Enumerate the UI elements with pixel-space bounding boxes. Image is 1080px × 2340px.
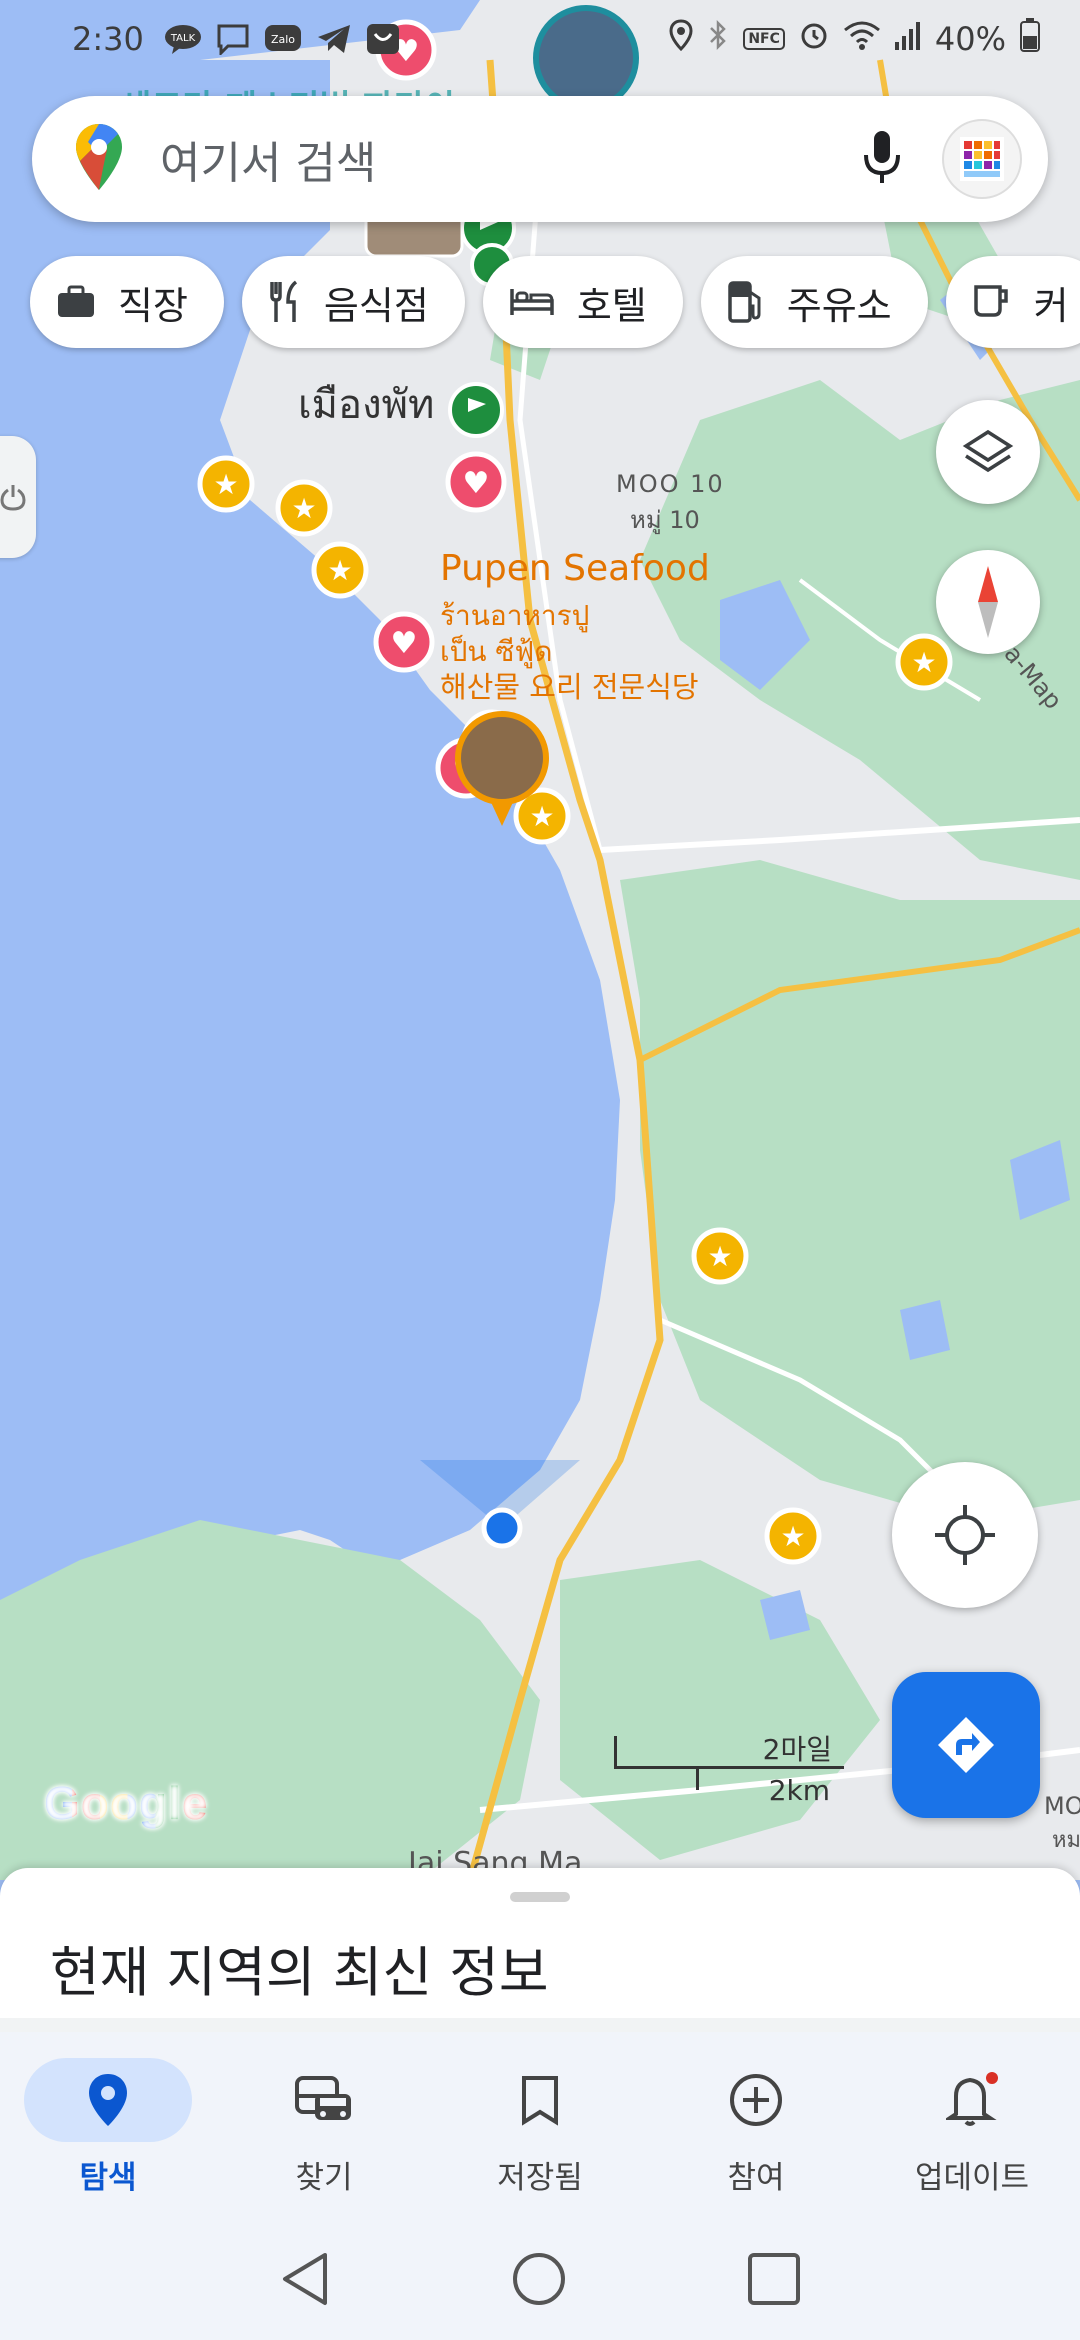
clock: 2:30 bbox=[72, 20, 144, 58]
wifi-icon bbox=[843, 20, 881, 58]
nav-go[interactable]: 찾기 bbox=[216, 2032, 432, 2222]
avatar-image bbox=[960, 137, 1004, 181]
chip-work[interactable]: 직장 bbox=[30, 256, 224, 348]
sheet-title: 현재 지역의 최신 정보 bbox=[50, 1941, 549, 2004]
chip-gas-stations[interactable]: 주유소 bbox=[700, 256, 928, 348]
latest-info-sheet[interactable]: 현재 지역의 최신 정보 bbox=[0, 1868, 1080, 2018]
bookmark-icon bbox=[456, 2058, 624, 2142]
chip-label: 호텔 bbox=[576, 283, 647, 328]
message-icon bbox=[216, 21, 250, 57]
battery-percent: 40% bbox=[934, 20, 1006, 58]
google-maps-logo-icon bbox=[74, 122, 124, 196]
transit-icon bbox=[240, 2058, 408, 2142]
shop-icon bbox=[366, 21, 400, 57]
google-logo: Google bbox=[44, 1777, 209, 1829]
search-bar[interactable]: 여기서 검색 bbox=[32, 96, 1048, 222]
zalo-icon: Zalo bbox=[264, 21, 302, 57]
chip-restaurants[interactable]: 음식점 bbox=[241, 256, 465, 348]
nav-label: 참여 bbox=[727, 2160, 785, 2196]
nav-label: 찾기 bbox=[295, 2160, 353, 2196]
svg-text:Zalo: Zalo bbox=[271, 33, 295, 46]
alarm-icon bbox=[799, 20, 829, 58]
map-label-moo-right: MO bbox=[1044, 1792, 1080, 1820]
system-navigation bbox=[0, 2222, 1080, 2340]
map-label-moo: MOO 10 bbox=[616, 470, 725, 498]
power-icon bbox=[0, 485, 26, 511]
chip-label: 커 bbox=[1033, 283, 1069, 328]
briefcase-icon bbox=[56, 285, 96, 319]
map-label-moo-right-thai: หม bbox=[1052, 1828, 1080, 1853]
account-avatar[interactable] bbox=[942, 119, 1022, 199]
nav-contribute[interactable]: 참여 bbox=[648, 2032, 864, 2222]
svg-text:★: ★ bbox=[780, 1520, 805, 1553]
hotel-icon bbox=[509, 285, 555, 319]
nav-explore[interactable]: 탐색 bbox=[0, 2032, 216, 2222]
svg-text:★: ★ bbox=[291, 492, 316, 525]
scale-bar: 2마일 2km bbox=[614, 1728, 844, 1807]
compass-icon bbox=[978, 566, 998, 638]
map-label-area-thai: เมืองพัท bbox=[298, 382, 435, 428]
nav-saved[interactable]: 저장됨 bbox=[432, 2032, 648, 2222]
svg-text:♥: ♥ bbox=[391, 626, 418, 661]
directions-icon bbox=[938, 1717, 994, 1773]
telegram-icon bbox=[316, 21, 352, 57]
talk-icon: TALK bbox=[164, 21, 202, 57]
microphone-icon[interactable] bbox=[862, 129, 902, 189]
my-location-button[interactable] bbox=[892, 1462, 1038, 1608]
location-icon bbox=[669, 19, 693, 59]
svg-text:TALK: TALK bbox=[170, 33, 196, 44]
chip-coffee[interactable]: 커 bbox=[945, 256, 1080, 348]
svg-text:★: ★ bbox=[707, 1240, 732, 1273]
status-bar: 2:30 TALK Zalo NFC 40% bbox=[0, 0, 1080, 78]
recents-icon[interactable] bbox=[747, 2252, 801, 2310]
home-icon[interactable] bbox=[511, 2251, 567, 2311]
nav-label: 저장됨 bbox=[497, 2160, 583, 2196]
photo-pin bbox=[455, 711, 549, 805]
nav-updates[interactable]: 업데이트 bbox=[864, 2032, 1080, 2222]
scale-miles-label: 2마일 bbox=[762, 1733, 832, 1766]
battery-icon bbox=[1020, 18, 1040, 60]
chip-hotels[interactable]: 호텔 bbox=[482, 256, 683, 348]
gas-station-icon bbox=[727, 280, 765, 324]
coffee-icon bbox=[972, 283, 1012, 321]
sheet-drag-handle[interactable] bbox=[510, 1892, 570, 1902]
bell-icon bbox=[888, 2058, 1056, 2142]
category-chips: 직장 음식점 호텔 주유소 커 bbox=[30, 256, 1080, 348]
bottom-navigation: 탐색 찾기 저장됨 참여 업데이트 bbox=[0, 2032, 1080, 2222]
restaurant-icon bbox=[268, 280, 302, 324]
scale-km-label: 2km bbox=[768, 1774, 830, 1807]
compass-button[interactable] bbox=[936, 550, 1040, 654]
explore-pin-icon bbox=[24, 2058, 192, 2142]
my-location-icon bbox=[935, 1505, 995, 1565]
map-label-restaurant[interactable]: Pupen Seafood bbox=[440, 548, 710, 589]
map-label-moo-thai: หมู่ 10 bbox=[630, 506, 700, 534]
chip-label: 음식점 bbox=[323, 283, 429, 328]
search-input[interactable]: 여기서 검색 bbox=[160, 127, 862, 191]
directions-button[interactable] bbox=[892, 1672, 1040, 1818]
nav-label: 업데이트 bbox=[914, 2160, 1030, 2196]
status-icons: NFC 40% bbox=[669, 18, 1040, 60]
add-circle-icon bbox=[672, 2058, 840, 2142]
layers-icon bbox=[962, 429, 1014, 473]
bluetooth-icon bbox=[707, 19, 729, 59]
svg-text:★: ★ bbox=[529, 800, 554, 833]
maps-screen: ★★★ ★★★★ ♥♥♥ ♥♥ 세드라 페스티벌 파타야 เมืองพัท MO… bbox=[0, 0, 1080, 2340]
svg-text:♥: ♥ bbox=[463, 466, 490, 501]
back-icon[interactable] bbox=[279, 2251, 331, 2311]
nav-label: 탐색 bbox=[79, 2160, 137, 2196]
chip-label: 직장 bbox=[118, 283, 188, 328]
side-panel-tab[interactable] bbox=[0, 436, 36, 558]
nfc-icon: NFC bbox=[743, 28, 785, 50]
map-label-restaurant-korean: 해산물 요리 전문식당 bbox=[440, 670, 699, 704]
sheet-divider bbox=[0, 2018, 1080, 2032]
svg-text:★: ★ bbox=[327, 554, 352, 587]
svg-text:★: ★ bbox=[911, 646, 936, 679]
chip-label: 주유소 bbox=[786, 283, 892, 328]
my-location-dot bbox=[481, 1507, 523, 1549]
signal-icon bbox=[894, 20, 921, 58]
svg-text:★: ★ bbox=[213, 468, 238, 501]
layers-button[interactable] bbox=[936, 400, 1040, 504]
